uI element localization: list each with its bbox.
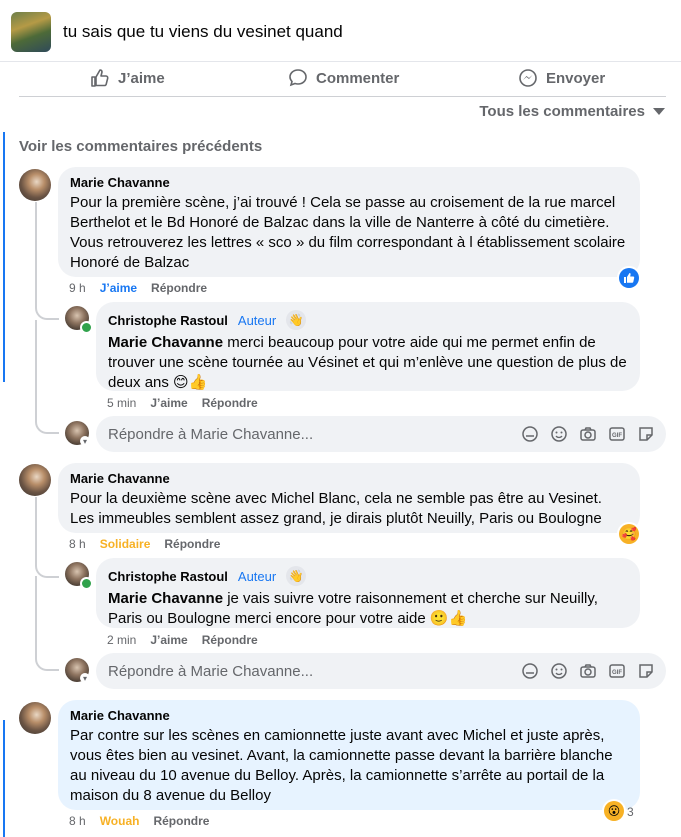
reply-input-placeholder: Répondre à Marie Chavanne... (108, 425, 314, 443)
comment-button[interactable]: Commenter (288, 68, 399, 88)
reply-link[interactable]: Répondre (202, 396, 258, 410)
comment-meta: 8 h Wouah Répondre (69, 814, 209, 828)
thumbs-up-icon (91, 69, 109, 87)
reply-input[interactable]: Répondre à Marie Chavanne... GIF (96, 653, 666, 689)
reply-author-row: Christophe Rastoul Auteur 👋 (108, 566, 628, 586)
avatar-sticker-icon[interactable] (520, 424, 540, 444)
comment-time[interactable]: 8 h (69, 814, 86, 828)
like-reaction-icon[interactable] (619, 268, 639, 288)
emoji-icon[interactable] (549, 661, 569, 681)
messenger-icon (519, 69, 537, 87)
care-reaction-icon[interactable]: 🥰 (619, 524, 639, 544)
wave-badge-icon: 👋 (286, 310, 307, 330)
reply-time[interactable]: 2 min (107, 633, 136, 647)
reaction-label[interactable]: J’aime (100, 281, 137, 295)
avatar-sticker-icon[interactable] (520, 661, 540, 681)
post-title[interactable]: tu sais que tu viens du vesinet quand (63, 22, 343, 42)
comment-time[interactable]: 8 h (69, 537, 86, 551)
thread-connector (35, 556, 59, 578)
reply-link[interactable]: Répondre (153, 814, 209, 828)
reaction-count[interactable]: 3 (627, 805, 634, 819)
online-status-dot (80, 577, 93, 590)
reply-like-link[interactable]: J’aime (150, 396, 187, 410)
highlight-bar (3, 132, 5, 382)
comment-author[interactable]: Marie Chavanne (70, 471, 628, 486)
mention[interactable]: Marie Chavanne (108, 334, 223, 351)
reply-input-tools: GIF (520, 661, 656, 681)
wave-badge-icon: 👋 (286, 566, 307, 586)
comment-button-label: Commenter (316, 69, 400, 87)
post-action-bar: J’aime Commenter Envoyer (19, 62, 666, 97)
comment-meta: 9 h J’aime Répondre (69, 281, 207, 295)
send-button[interactable]: Envoyer (518, 68, 605, 88)
comment-bubble: Marie Chavanne Pour la première scène, j… (58, 167, 640, 277)
highlight-bar (3, 720, 5, 837)
comment-sort-dropdown[interactable]: Tous les commentaires (479, 103, 665, 120)
reply-input-tools: GIF (520, 424, 656, 444)
comment-bubble: Marie Chavanne Par contre sur les scènes… (58, 700, 640, 810)
comment-author[interactable]: Marie Chavanne (70, 708, 628, 723)
reply-link[interactable]: Répondre (202, 633, 258, 647)
reply-author[interactable]: Christophe Rastoul (108, 569, 228, 584)
reply-meta: 2 min J’aime Répondre (107, 633, 258, 647)
wow-reaction-icon[interactable]: 😮 (604, 801, 624, 821)
send-button-label: Envoyer (546, 69, 606, 87)
reply-like-link[interactable]: J’aime (150, 633, 187, 647)
comment-time[interactable]: 9 h (69, 281, 86, 295)
thread-line (35, 202, 37, 297)
reply-link[interactable]: Répondre (164, 537, 220, 551)
avatar[interactable] (19, 702, 51, 734)
chevron-down-icon[interactable]: ▾ (80, 436, 90, 446)
reply-input[interactable]: Répondre à Marie Chavanne... GIF (96, 416, 666, 452)
comment-icon (289, 69, 307, 87)
reply-author[interactable]: Christophe Rastoul (108, 313, 228, 328)
reply-link[interactable]: Répondre (151, 281, 207, 295)
comment-author[interactable]: Marie Chavanne (70, 175, 628, 190)
thread-connector (35, 320, 59, 434)
group-thumbnail[interactable] (11, 12, 51, 52)
reply-bubble: Christophe Rastoul Auteur 👋 Marie Chavan… (96, 558, 640, 628)
reply-bubble: Christophe Rastoul Auteur 👋 Marie Chavan… (96, 302, 640, 391)
author-badge: Auteur (237, 312, 277, 328)
comment-text: Par contre sur les scènes en camionnette… (70, 727, 613, 804)
comment-bubble: Marie Chavanne Pour la deuxième scène av… (58, 463, 640, 533)
post-header: tu sais que tu viens du vesinet quand (0, 0, 681, 62)
reply-input-placeholder: Répondre à Marie Chavanne... (108, 662, 314, 680)
caret-down-icon (653, 108, 665, 115)
thread-connector (35, 296, 59, 320)
reaction-label[interactable]: Solidaire (100, 537, 151, 551)
chevron-down-icon[interactable]: ▾ (80, 673, 90, 683)
comment-meta: 8 h Solidaire Répondre (69, 537, 220, 551)
reaction-label[interactable]: Wouah (100, 814, 140, 828)
thread-line (35, 497, 37, 557)
author-badge: Auteur (237, 568, 277, 584)
comment-text: Pour la première scène, j’ai trouvé ! Ce… (70, 194, 626, 271)
camera-icon[interactable] (578, 661, 598, 681)
online-status-dot (80, 321, 93, 334)
comment-text: Pour la deuxième scène avec Michel Blanc… (70, 490, 602, 527)
emoji-icon[interactable] (549, 424, 569, 444)
camera-icon[interactable] (578, 424, 598, 444)
svg-text:GIF: GIF (612, 433, 622, 439)
mention[interactable]: Marie Chavanne (108, 590, 223, 607)
reply-meta: 5 min J’aime Répondre (107, 396, 258, 410)
reply-text: Marie Chavanne merci beaucoup pour votre… (108, 333, 628, 393)
sticker-icon[interactable] (636, 424, 656, 444)
sort-label: Tous les commentaires (479, 103, 645, 120)
see-previous-comments-link[interactable]: Voir les commentaires précédents (19, 138, 262, 155)
avatar[interactable] (19, 464, 51, 496)
gif-icon[interactable]: GIF (607, 661, 627, 681)
reply-time[interactable]: 5 min (107, 396, 136, 410)
gif-icon[interactable]: GIF (607, 424, 627, 444)
svg-text:GIF: GIF (612, 670, 622, 676)
avatar[interactable] (19, 169, 51, 201)
reply-text: Marie Chavanne je vais suivre votre rais… (108, 589, 628, 629)
like-button-label: J’aime (118, 69, 165, 87)
reply-author-row: Christophe Rastoul Auteur 👋 (108, 310, 628, 330)
thread-connector (35, 576, 59, 671)
sticker-icon[interactable] (636, 661, 656, 681)
like-button[interactable]: J’aime (90, 68, 165, 88)
